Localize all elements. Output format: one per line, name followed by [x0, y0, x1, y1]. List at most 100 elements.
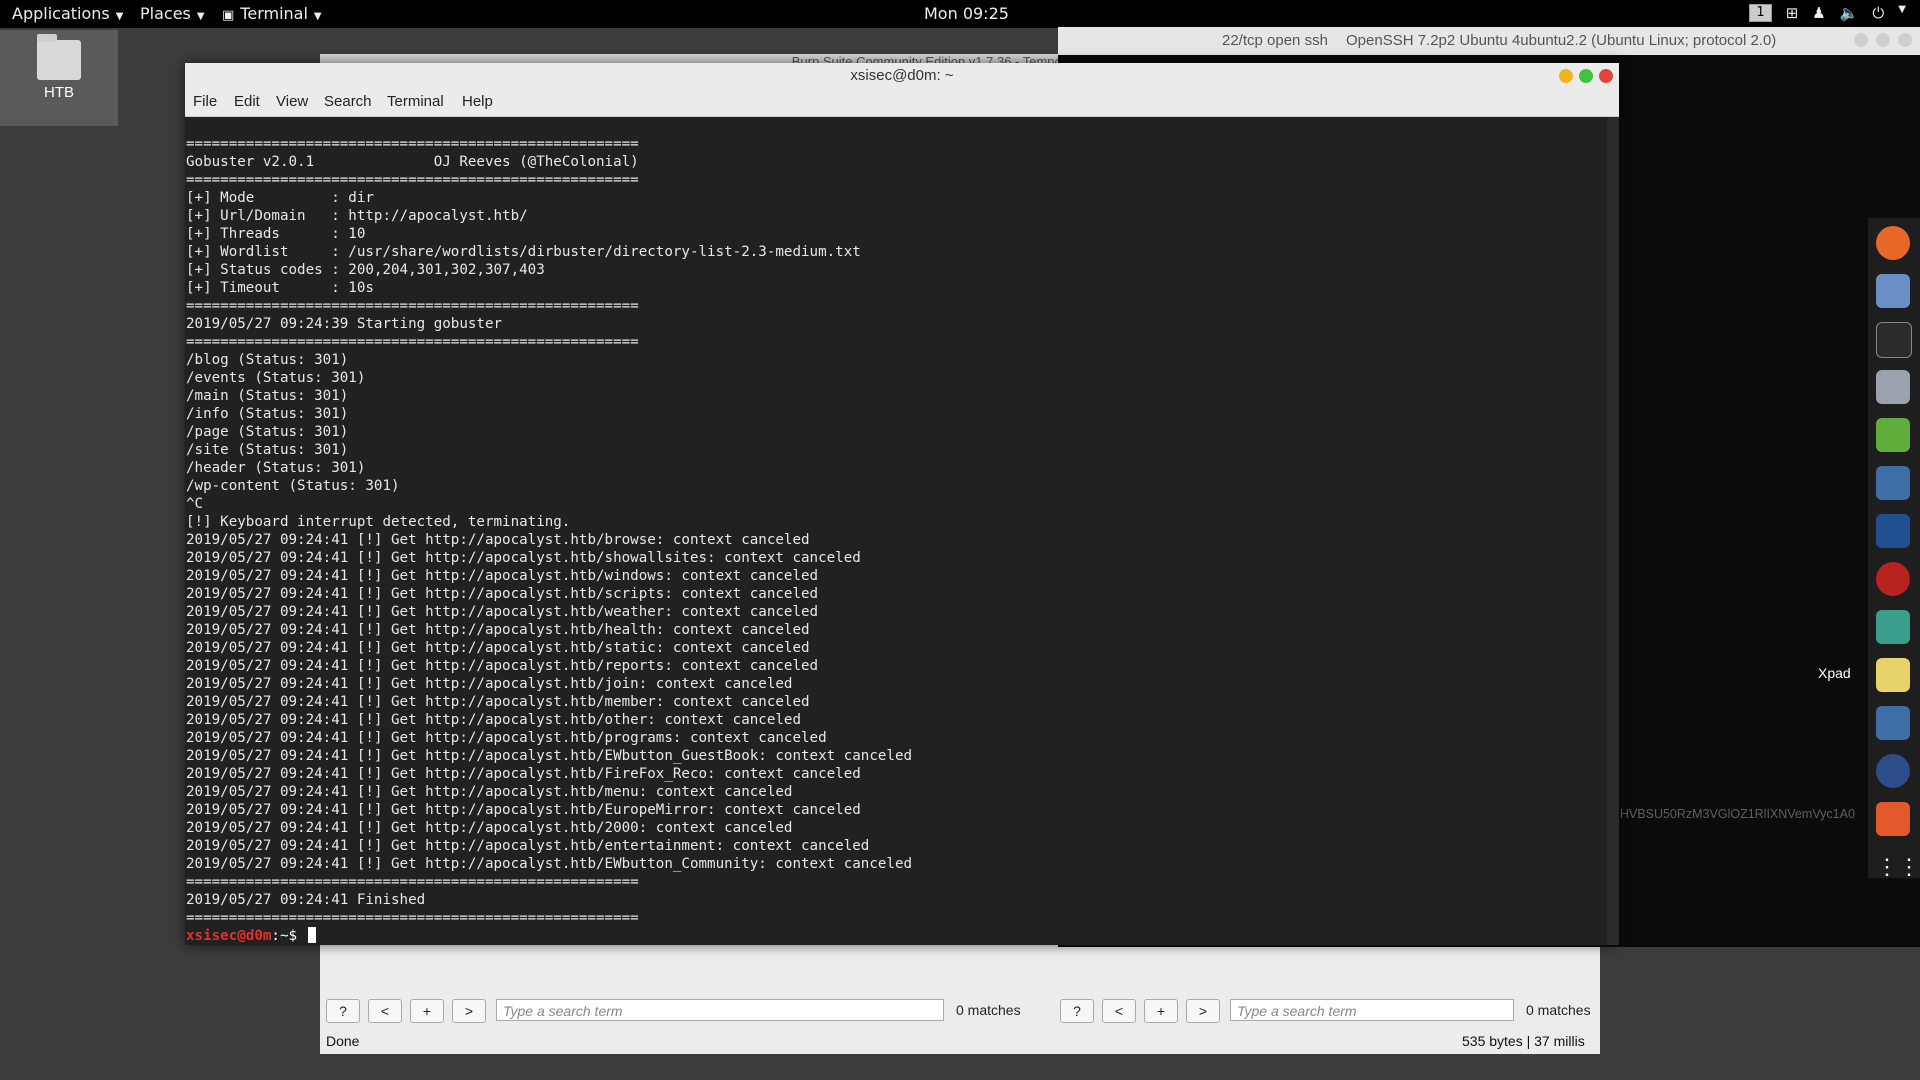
terminal-line: [+] Threads : 10 — [186, 226, 366, 242]
terminal-line: 2019/05/27 09:24:41 [!] Get http://apoca… — [186, 784, 793, 800]
terminal-line: [+] Mode : dir — [186, 190, 374, 206]
app-grid-icon[interactable]: ⋮⋮ — [1876, 850, 1920, 884]
network-icon[interactable]: ⊞ — [1786, 4, 1799, 22]
request-search-input[interactable]: Type a search term — [496, 999, 944, 1021]
terminal-output: ========================================… — [186, 135, 912, 927]
applications-menu[interactable]: Applications ▼ — [12, 4, 123, 23]
terminal-line: /blog (Status: 301) — [186, 352, 349, 368]
terminal-line: /site (Status: 301) — [186, 442, 349, 458]
next-button[interactable]: > — [452, 999, 486, 1023]
terminal-menubar: File Edit View Search Terminal Help — [185, 88, 1619, 117]
minimize-button[interactable] — [1854, 33, 1868, 47]
terminal-line: ========================================… — [186, 910, 639, 926]
terminal-icon[interactable] — [1876, 322, 1912, 358]
terminal-line: ========================================… — [186, 334, 639, 350]
terminal-line: 2019/05/27 09:24:41 [!] Get http://apoca… — [186, 586, 819, 602]
maximize-button[interactable] — [1876, 33, 1890, 47]
tools-icon[interactable] — [1876, 370, 1910, 404]
power-icon[interactable]: ⏻ — [1872, 4, 1884, 22]
terminal-line: 2019/05/27 09:24:41 [!] Get http://apoca… — [186, 604, 819, 620]
terminal-line: 2019/05/27 09:24:41 [!] Get http://apoca… — [186, 712, 801, 728]
terminal-app-menu[interactable]: ▣ Terminal ▼ — [222, 4, 322, 23]
add-button[interactable]: + — [1144, 999, 1178, 1023]
maximize-button[interactable] — [1579, 69, 1593, 83]
terminal-line: ========================================… — [186, 136, 639, 152]
terminal-line: /page (Status: 301) — [186, 424, 349, 440]
menu-view[interactable]: View — [276, 93, 308, 110]
terminal-body[interactable]: ========================================… — [185, 117, 1619, 945]
chevron-down-icon[interactable]: ▼ — [1898, 4, 1906, 22]
eye-icon[interactable] — [1876, 706, 1910, 740]
menu-help[interactable]: Help — [462, 93, 493, 110]
system-tray: 1 ⊞ ♟ 🔈 ⏻ ▼ — [1749, 4, 1906, 22]
top-panel: Applications ▼ Places ▼ ▣ Terminal ▼ Mon 09:… — [0, 0, 1920, 28]
folder-icon — [37, 34, 81, 80]
chevron-down-icon: ▼ — [115, 11, 124, 22]
response-match-count: 0 matches — [1526, 1002, 1591, 1018]
cursor — [307, 927, 316, 943]
places-menu[interactable]: Places ▼ — [140, 4, 205, 23]
notes-title-bar: 22/tcp open ssh OpenSSH 7.2p2 Ubuntu 4ub… — [1058, 27, 1920, 55]
minimize-button[interactable] — [1559, 69, 1573, 83]
terminal-line: [+] Status codes : 200,204,301,302,307,4… — [186, 262, 545, 278]
terminal-line: 2019/05/27 09:24:41 Finished — [186, 892, 426, 908]
terminal-line: 2019/05/27 09:24:41 [!] Get http://apoca… — [186, 658, 819, 674]
desktop-folder-htb[interactable]: HTB — [0, 30, 118, 126]
terminal-title: xsisec@d0m: ~ — [185, 63, 1619, 88]
terminal-line: /wp-content (Status: 301) — [186, 478, 400, 494]
response-search-input[interactable]: Type a search term — [1230, 999, 1514, 1021]
close-button[interactable] — [1898, 33, 1912, 47]
terminal-line: 2019/05/27 09:24:41 [!] Get http://apoca… — [186, 820, 793, 836]
previous-button[interactable]: < — [1102, 999, 1136, 1023]
terminal-line: /info (Status: 301) — [186, 406, 349, 422]
terminal-line: [+] Wordlist : /usr/share/wordlists/dirb… — [186, 244, 861, 260]
terminal-line: 2019/05/27 09:24:41 [!] Get http://apoca… — [186, 550, 861, 566]
prompt-path: :~$ — [271, 928, 306, 944]
terminal-line: 2019/05/27 09:24:41 [!] Get http://apoca… — [186, 568, 819, 584]
terminal-prompt[interactable]: xsisec@d0m:~$ — [186, 927, 316, 945]
terminal-line: 2019/05/27 09:24:39 Starting gobuster — [186, 316, 503, 332]
terminal-scrollbar[interactable] — [1607, 117, 1619, 945]
terminal-line: 2019/05/27 09:24:41 [!] Get http://apoca… — [186, 730, 827, 746]
window-controls — [1854, 33, 1912, 47]
terminal-line: 2019/05/27 09:24:41 [!] Get http://apoca… — [186, 766, 861, 782]
terminal-line: ^C — [186, 496, 204, 512]
menu-terminal[interactable]: Terminal — [387, 93, 444, 110]
globe-icon[interactable] — [1876, 754, 1910, 788]
firefox-icon[interactable] — [1876, 226, 1910, 260]
leaf-icon[interactable] — [1876, 418, 1910, 452]
volume-icon[interactable]: 🔈 — [1840, 4, 1859, 22]
response-size-text: 535 bytes | 37 millis — [1462, 1033, 1585, 1049]
menu-search[interactable]: Search — [324, 93, 372, 110]
terminal-line: 2019/05/27 09:24:41 [!] Get http://apoca… — [186, 802, 861, 818]
workspace-indicator[interactable]: 1 — [1749, 4, 1772, 22]
clock[interactable]: Mon 09:25 — [924, 4, 1009, 23]
terminal-line: Gobuster v2.0.1 OJ Reeves (@TheColonial) — [186, 154, 639, 170]
dragon-icon[interactable] — [1876, 610, 1910, 644]
terminal-line: /header (Status: 301) — [186, 460, 366, 476]
terminal-line: ========================================… — [186, 172, 639, 188]
status-text: Done — [326, 1033, 360, 1049]
eye-icon[interactable] — [1876, 466, 1910, 500]
terminal-line: 2019/05/27 09:24:41 [!] Get http://apoca… — [186, 622, 810, 638]
notification-icon[interactable]: ♟ — [1812, 4, 1825, 22]
previous-button[interactable]: < — [368, 999, 402, 1023]
cherry-icon[interactable] — [1876, 562, 1910, 596]
terminal-window: xsisec@d0m: ~ File Edit View Search Term… — [185, 63, 1619, 945]
next-button[interactable]: > — [1186, 999, 1220, 1023]
dock: ⋮⋮ — [1868, 218, 1920, 879]
terminal-line: 2019/05/27 09:24:41 [!] Get http://apoca… — [186, 676, 793, 692]
metasploit-icon[interactable] — [1876, 514, 1910, 548]
menu-file[interactable]: File — [193, 93, 217, 110]
xpad-icon[interactable] — [1876, 658, 1910, 692]
terminal-line: 2019/05/27 09:24:41 [!] Get http://apoca… — [186, 694, 810, 710]
burp-icon[interactable] — [1876, 802, 1910, 836]
menu-edit[interactable]: Edit — [234, 93, 260, 110]
add-button[interactable]: + — [410, 999, 444, 1023]
notes-title-right: OpenSSH 7.2p2 Ubuntu 4ubuntu2.2 (Ubuntu … — [1346, 32, 1777, 49]
close-button[interactable] — [1599, 69, 1613, 83]
help-button[interactable]: ? — [1060, 999, 1094, 1023]
terminal-icon: ▣ — [222, 8, 235, 23]
files-icon[interactable] — [1876, 274, 1910, 308]
help-button[interactable]: ? — [326, 999, 360, 1023]
